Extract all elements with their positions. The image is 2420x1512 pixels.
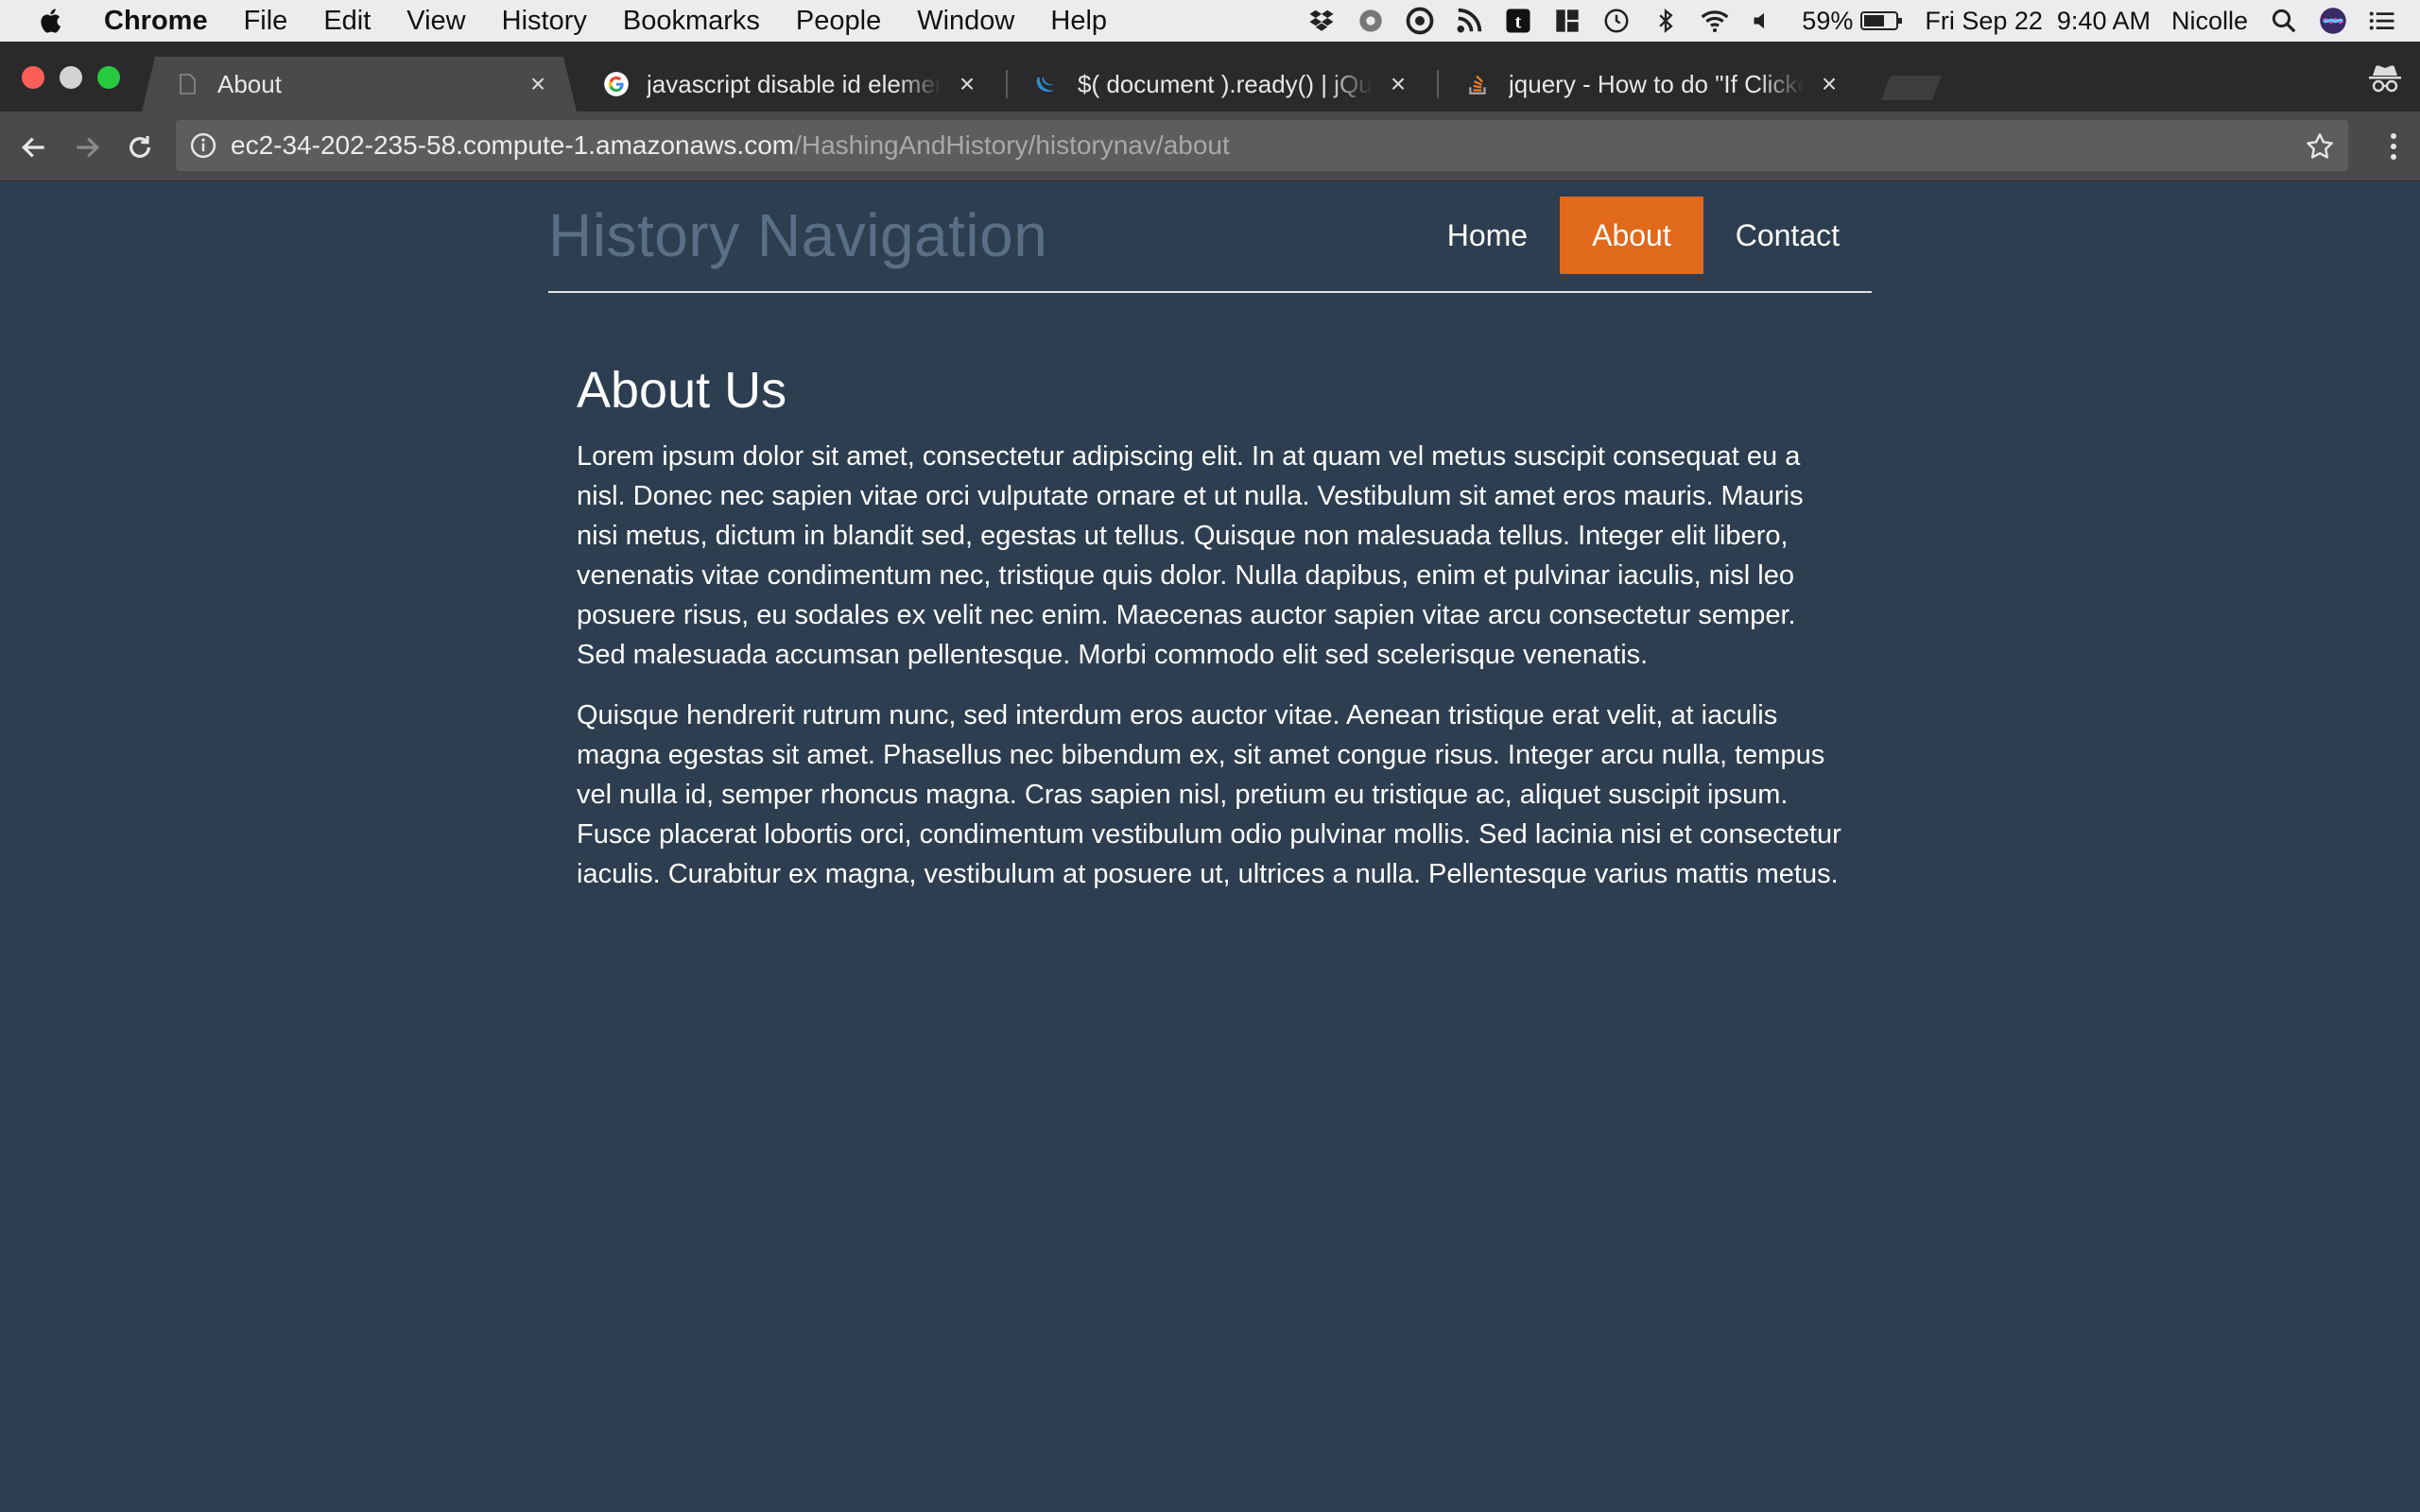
macos-menu-bar: Chrome File Edit View History Bookmarks … <box>0 0 2420 42</box>
battery-percentage: 59% <box>1802 6 1854 35</box>
close-window-button[interactable] <box>22 66 44 89</box>
creative-cloud-icon[interactable] <box>1403 4 1437 38</box>
maximize-window-button[interactable] <box>97 66 120 89</box>
tab-google-search[interactable]: javascript disable id element - Google S… <box>571 57 1006 112</box>
time-machine-icon[interactable] <box>1599 4 1634 38</box>
site-nav: Home About Contact <box>1415 197 1872 274</box>
rss-icon[interactable] <box>1452 4 1486 38</box>
address-bar[interactable]: ec2-34-202-235-58.compute-1.amazonaws.co… <box>176 120 2348 171</box>
minimize-window-button[interactable] <box>60 66 82 89</box>
text-expander-icon[interactable]: t <box>1501 4 1535 38</box>
tab-jquery-docs[interactable]: $( document ).ready() | jQuery Learning … <box>1002 57 1437 112</box>
bluetooth-icon[interactable] <box>1649 4 1683 38</box>
main-content: About Us Lorem ipsum dolor sit amet, con… <box>577 361 1843 915</box>
tab-title: $( document ).ready() | jQuery Learning … <box>1078 69 1373 98</box>
dropbox-icon[interactable] <box>1305 4 1339 38</box>
web-page: History Navigation Home About Contact Ab… <box>0 181 2420 1512</box>
jquery-icon <box>1034 71 1061 97</box>
status-area: t 59% Fri Sep 22 9:40 AM Nicolle <box>1289 0 2399 42</box>
tab-strip: About × javascript disable id element - … <box>0 42 2420 112</box>
google-icon <box>603 71 630 97</box>
back-button[interactable] <box>17 130 51 164</box>
tab-title: About <box>217 69 282 98</box>
bookmark-star-icon[interactable] <box>2305 131 2335 162</box>
menu-help[interactable]: Help <box>1050 6 1107 37</box>
nav-home-link[interactable]: Home <box>1415 197 1560 274</box>
close-tab-icon[interactable]: × <box>526 72 550 96</box>
page-heading: About Us <box>577 362 787 419</box>
menu-people[interactable]: People <box>796 6 881 37</box>
svg-text:t: t <box>1515 12 1522 33</box>
wifi-icon[interactable] <box>1698 4 1732 38</box>
apple-menu-icon[interactable] <box>38 4 72 38</box>
site-header: History Navigation Home About Contact <box>548 181 1872 293</box>
browser-toolbar: ec2-34-202-235-58.compute-1.amazonaws.co… <box>0 112 2420 181</box>
close-tab-icon[interactable]: × <box>1386 69 1410 98</box>
info-icon[interactable] <box>189 131 217 160</box>
close-tab-icon[interactable]: × <box>1817 69 1841 98</box>
menu-edit[interactable]: Edit <box>323 6 371 37</box>
content-paragraph: Lorem ipsum dolor sit amet, consectetur … <box>577 441 1804 670</box>
incognito-icon <box>2367 62 2403 94</box>
notification-center-icon[interactable] <box>2365 4 2399 38</box>
tab-title: javascript disable id element - Google S… <box>647 69 942 98</box>
battery-icon[interactable] <box>1860 4 1904 38</box>
stackoverflow-icon <box>1465 71 1492 97</box>
chrome-menu-icon[interactable] <box>2390 132 2397 161</box>
tab-about[interactable]: About × <box>142 57 577 112</box>
menu-file[interactable]: File <box>244 6 288 37</box>
close-tab-icon[interactable]: × <box>955 69 979 98</box>
tab-title: jquery - How to do "If Clicked Else .." … <box>1509 69 1804 98</box>
spotlight-search-icon[interactable] <box>2267 4 2301 38</box>
nav-contact-link[interactable]: Contact <box>1703 197 1872 274</box>
blank-page-icon <box>174 71 200 97</box>
forward-button[interactable] <box>70 130 104 164</box>
content-paragraph: Quisque hendrerit rutrum nunc, sed inter… <box>577 700 1841 889</box>
url-path: /HashingAndHistory/historynav/about <box>794 130 1230 160</box>
menu-user-name[interactable]: Nicolle <box>2171 7 2248 36</box>
menu-view[interactable]: View <box>406 6 465 37</box>
siri-icon[interactable] <box>2316 4 2350 38</box>
volume-icon[interactable] <box>1747 4 1781 38</box>
menu-bookmarks[interactable]: Bookmarks <box>623 6 760 37</box>
new-tab-button[interactable] <box>1881 76 1942 100</box>
url-host: ec2-34-202-235-58.compute-1.amazonaws.co… <box>231 130 795 160</box>
nav-about-link[interactable]: About <box>1560 197 1703 274</box>
menu-app-chrome[interactable]: Chrome <box>104 6 208 37</box>
tab-stack-overflow[interactable]: jquery - How to do "If Clicked Else .." … <box>1433 57 1868 112</box>
menu-window[interactable]: Window <box>917 6 1014 37</box>
menu-history[interactable]: History <box>502 6 587 37</box>
window-manager-icon[interactable] <box>1550 4 1584 38</box>
reload-button[interactable] <box>123 130 157 164</box>
sync-status-icon[interactable] <box>1354 4 1388 38</box>
site-title[interactable]: History Navigation <box>548 200 1047 270</box>
menu-clock[interactable]: Fri Sep 22 9:40 AM <box>1925 7 2151 36</box>
